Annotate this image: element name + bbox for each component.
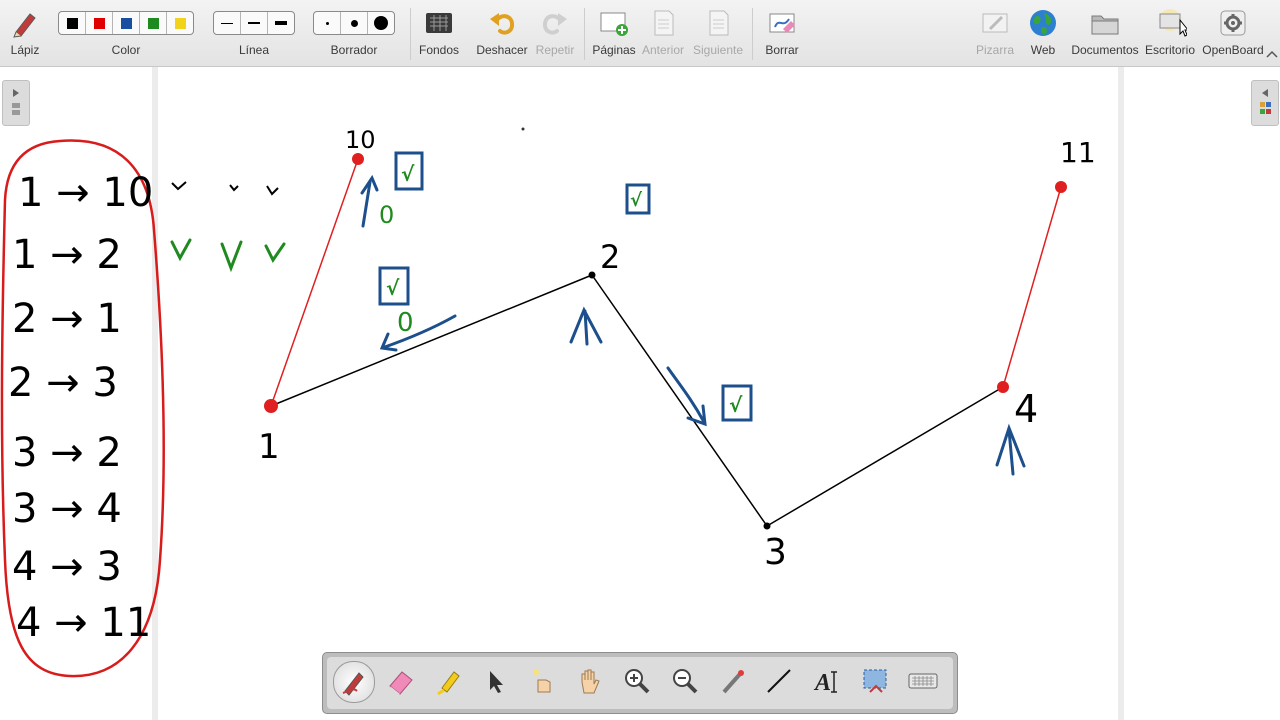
zoom-in-icon [625, 669, 650, 694]
keyboard-icon [908, 673, 938, 689]
checkbox-check-1: √ [401, 162, 415, 186]
zoom-out-icon [673, 669, 698, 694]
node-dot-2 [588, 271, 596, 279]
list-item: 3 → 4 [12, 486, 122, 532]
line-icon [767, 669, 791, 693]
pen-icon [342, 672, 364, 696]
edge-4-11 [1002, 186, 1062, 388]
checkbox-check-3: √ [630, 190, 643, 211]
list-item: 4 → 3 [12, 544, 122, 590]
list-item: 3 → 2 [12, 430, 122, 476]
node-dot-10 [352, 153, 364, 165]
highlighter-tool-button[interactable] [429, 661, 469, 701]
arrow-up-at-2 [569, 306, 603, 346]
virtual-keyboard-button[interactable] [903, 661, 943, 701]
svg-text:A: A [813, 670, 831, 696]
green-zero-mid: 0 [397, 308, 414, 338]
hand-tool-button[interactable] [569, 661, 609, 701]
node-dot-4 [997, 381, 1009, 393]
capture-icon [863, 669, 887, 693]
edge-1-2 [270, 274, 593, 407]
green-zero-top: 0 [379, 201, 394, 229]
arrow-down-to-1 [379, 314, 457, 352]
hand-icon [581, 669, 600, 694]
text-icon: A [813, 670, 837, 696]
eraser-tool-button[interactable] [381, 661, 421, 701]
node-dot-11 [1055, 181, 1067, 193]
laser-pointer-tool-button[interactable] [713, 661, 753, 701]
black-tick-marks [171, 181, 279, 196]
arrow-up-to-10 [360, 174, 379, 228]
node-dot-1 [264, 399, 278, 413]
list-item: 1 → 2 [12, 232, 122, 278]
node-dot-3 [763, 522, 771, 530]
checkbox-check-2: √ [386, 276, 400, 300]
node-label-3: 3 [764, 532, 787, 573]
edge-1-10 [270, 158, 359, 407]
edge-3-4 [766, 386, 1004, 527]
drawing-layer: 10 1 2 3 4 11 √ √ √ √ 0 0 1 → 10 1 → 2 2… [0, 126, 1096, 678]
node-label-2: 2 [600, 238, 620, 276]
list-item: 2 → 3 [8, 360, 118, 406]
node-label-11: 11 [1060, 136, 1096, 169]
checkbox-check-4: √ [729, 393, 743, 417]
node-label-4: 4 [1014, 387, 1038, 431]
arrow-up-at-4 [995, 423, 1026, 476]
pen-tool-button[interactable] [333, 661, 375, 703]
red-loop-stroke [0, 139, 166, 678]
list-item: 4 → 11 [16, 600, 151, 646]
interact-tool-button[interactable] [523, 661, 563, 701]
capture-tool-button[interactable] [855, 661, 895, 701]
stray-dot [521, 127, 525, 131]
list-item: 1 → 10 [18, 170, 153, 216]
stylus-palette: A [322, 652, 958, 714]
node-label-1: 1 [258, 427, 280, 467]
highlighter-icon [437, 671, 460, 696]
selector-tool-button[interactable] [475, 661, 515, 701]
laser-icon [533, 669, 551, 693]
text-tool-button[interactable]: A [807, 661, 847, 701]
transition-list: 1 → 10 1 → 2 2 → 1 2 → 3 3 → 2 3 → 4 4 →… [8, 170, 153, 646]
arrow-down-to-3 [666, 366, 707, 427]
node-label-10: 10 [345, 126, 376, 154]
pointer-pen-icon [722, 670, 744, 694]
green-check-marks [170, 238, 286, 273]
eraser-icon [389, 671, 413, 695]
zoom-out-tool-button[interactable] [665, 661, 705, 701]
line-tool-button[interactable] [759, 661, 799, 701]
zoom-in-tool-button[interactable] [617, 661, 657, 701]
list-item: 2 → 1 [12, 296, 122, 342]
pointer-icon [490, 671, 503, 693]
